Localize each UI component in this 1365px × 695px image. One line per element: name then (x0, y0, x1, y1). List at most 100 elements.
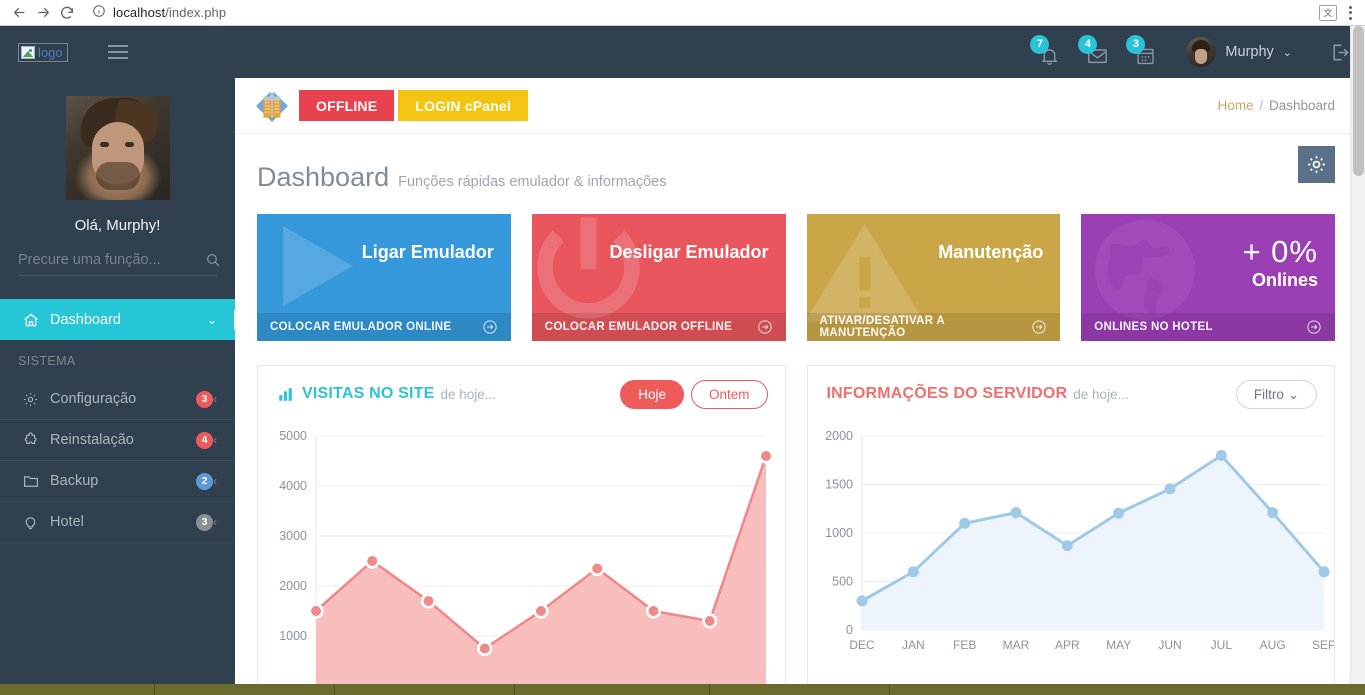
sidebar-item-label: Dashboard (50, 311, 121, 328)
svg-text:JUN: JUN (1158, 638, 1181, 652)
url-host: localhost (113, 5, 166, 20)
panel-visitas-no-site: VISITAS NO SITE de hoje... Hoje Ontem 10… (257, 365, 786, 684)
sidebar-section-label: SISTEMA (18, 354, 76, 368)
topbar: logo 7 4 3 Murphy ⌄ (0, 26, 1365, 78)
arrow-circle-right-icon (1306, 319, 1322, 335)
svg-text:2000: 2000 (825, 429, 853, 443)
back-icon[interactable] (8, 2, 30, 24)
logo-alt-text: logo (38, 44, 63, 60)
search-icon[interactable] (205, 252, 221, 268)
card-big-value-group: + 0% Onlines (1242, 234, 1318, 289)
card-ligar-emulador[interactable]: Ligar Emulador COLOCAR EMULADOR ONLINE (257, 214, 511, 341)
visitas-area-chart[interactable]: 1000 2000 3000 4000 5000 (268, 422, 786, 684)
svg-text:3000: 3000 (279, 529, 307, 543)
page-title: Dashboard (257, 162, 390, 192)
user-name: Murphy (1225, 44, 1274, 60)
breadcrumb-current: Dashboard (1268, 98, 1335, 113)
arrow-circle-right-icon (482, 319, 498, 335)
sidebar-item-hotel[interactable]: Hotel 3 ‹ (0, 502, 235, 543)
messages-button[interactable]: 4 (1078, 35, 1110, 67)
chevron-left-icon: ‹ (213, 392, 217, 406)
page-header: Dashboard Funções rápidas emulador & inf… (235, 134, 1357, 193)
card-footer[interactable]: COLOCAR EMULADOR ONLINE (257, 313, 511, 341)
panel-title: INFORMAÇÕES DO SERVIDOR (826, 385, 1068, 402)
card-onlines[interactable]: + 0% Onlines ONLINES NO HOTEL (1081, 214, 1335, 341)
filter-hoje-button[interactable]: Hoje (620, 379, 684, 409)
search-input[interactable] (18, 252, 205, 268)
svg-text:MAY: MAY (1106, 638, 1131, 652)
sidebar-item-backup[interactable]: Backup 2 ‹ (0, 461, 235, 502)
logo-broken-image[interactable]: logo (18, 42, 68, 62)
onlines-percent: + 0% (1242, 234, 1318, 269)
svg-text:APR: APR (1054, 638, 1079, 652)
card-footer[interactable]: COLOCAR EMULADOR OFFLINE (531, 313, 786, 341)
tasks-button[interactable]: 3 (1126, 35, 1158, 67)
reload-icon[interactable] (56, 2, 78, 24)
sidebar-search[interactable] (18, 252, 220, 276)
habbo-hotel-icon (256, 89, 288, 122)
forward-icon[interactable] (32, 2, 54, 24)
svg-text:JUL: JUL (1210, 638, 1232, 652)
action-bar: OFFLINE LOGIN cPanel Home / Dashboard (235, 78, 1357, 134)
sidebar-item-configuracao[interactable]: Configuração 3 ‹ (0, 379, 235, 420)
chevron-down-icon: ⌄ (1287, 386, 1299, 402)
user-menu[interactable]: Murphy ⌄ (1186, 37, 1292, 67)
panel-header: INFORMAÇÕES DO SERVIDOR de hoje... Filtr… (808, 366, 1335, 422)
stat-cards: Ligar Emulador COLOCAR EMULADOR ONLINE D… (235, 193, 1357, 341)
card-footer[interactable]: ONLINES NO HOTEL (1081, 313, 1335, 341)
info-circle-icon (92, 4, 106, 21)
sidebar: Olá, Murphy! Dashboard ⌄ SISTEMA Configu (0, 78, 235, 684)
card-footer-label: COLOCAR EMULADOR OFFLINE (544, 321, 733, 333)
browser-nav-buttons (0, 2, 84, 24)
breadcrumb: Home / Dashboard (1218, 98, 1335, 113)
sidebar-profile: Olá, Murphy! (0, 78, 235, 234)
taskbar (0, 684, 1365, 695)
bar-chart-icon (277, 387, 294, 402)
panel-subtitle: de hoje... (1073, 386, 1129, 402)
notifications-button[interactable]: 7 (1030, 35, 1062, 67)
breadcrumb-separator: / (1259, 98, 1264, 113)
url-path: /index.php (165, 5, 227, 20)
filter-button-label: Filtro (1253, 386, 1284, 402)
visitas-chart-wrap: 1000 2000 3000 4000 5000 (258, 422, 785, 684)
svg-text:500: 500 (832, 575, 853, 589)
svg-text:2000: 2000 (279, 579, 307, 593)
sidebar-item-badge: 4 (196, 431, 213, 449)
browser-chrome: localhost/index.php 文 (0, 0, 1365, 26)
panels-row: VISITAS NO SITE de hoje... Hoje Ontem 10… (235, 341, 1357, 684)
svg-text:MAR: MAR (1002, 638, 1029, 652)
filter-button[interactable]: Filtro ⌄ (1235, 379, 1317, 409)
sidebar-item-label: Hotel (50, 514, 84, 530)
servidor-chart-wrap: 0 500 1000 1500 2000 DEC JAN FEB MAR APR MAY JUN JUL… (808, 422, 1336, 665)
home-icon (22, 311, 50, 329)
app-window: logo 7 4 3 Murphy ⌄ Olá, Murphy! Precure… (0, 26, 1365, 684)
card-footer[interactable]: ATIVAR/DESATIVAR A MANUTENÇÃO (806, 313, 1061, 341)
translate-icon[interactable]: 文 (1319, 4, 1337, 21)
card-desligar-emulador[interactable]: Desligar Emulador COLOCAR EMULADOR OFFLI… (531, 214, 786, 341)
vertical-scrollbar[interactable] (1350, 26, 1365, 695)
svg-text:FEB: FEB (952, 638, 975, 652)
lightbulb-icon (22, 514, 50, 531)
card-manutencao[interactable]: Manutenção ATIVAR/DESATIVAR A MANUTENÇÃO (806, 214, 1061, 341)
sidebar-item-dashboard[interactable]: Dashboard ⌄ (0, 299, 235, 340)
settings-button[interactable] (1298, 146, 1335, 183)
login-cpanel-button[interactable]: LOGIN cPanel (398, 90, 529, 121)
filter-ontem-button[interactable]: Ontem (690, 379, 768, 409)
avatar (1186, 37, 1217, 67)
puzzle-icon (22, 431, 50, 449)
svg-text:AUG: AUG (1259, 638, 1285, 652)
panel-header: VISITAS NO SITE de hoje... Hoje Ontem (258, 366, 785, 422)
address-bar[interactable]: localhost/index.php (84, 3, 1315, 23)
servidor-area-chart[interactable]: 0 500 1000 1500 2000 DEC JAN FEB MAR APR MAY JUN JUL… (818, 422, 1336, 660)
logout-icon[interactable] (1328, 41, 1351, 64)
kebab-menu-icon[interactable] (1341, 5, 1359, 20)
gear-icon (1308, 156, 1325, 173)
offline-button[interactable]: OFFLINE (299, 90, 395, 121)
topbar-icons: 7 4 3 Murphy ⌄ (1030, 35, 1365, 67)
chevron-left-icon: ‹ (213, 515, 217, 529)
hamburger-icon[interactable] (98, 26, 138, 78)
breadcrumb-home[interactable]: Home (1218, 98, 1254, 113)
scrollbar-thumb[interactable] (1353, 26, 1364, 176)
sidebar-item-label: Backup (50, 473, 99, 489)
sidebar-item-reinstalacao[interactable]: Reinstalação 4 ‹ (0, 420, 235, 461)
